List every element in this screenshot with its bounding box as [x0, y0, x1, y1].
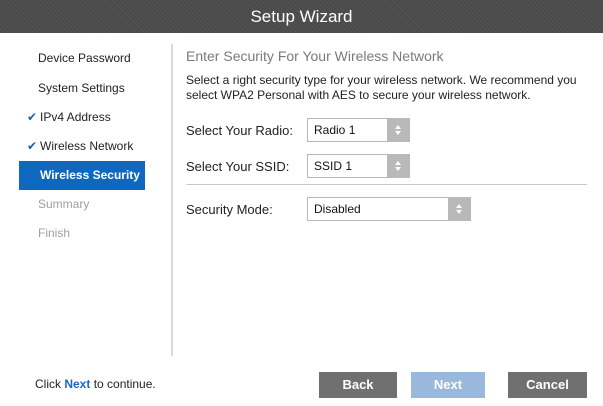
section-description: Select a right security type for your wi…	[186, 73, 577, 102]
cancel-button[interactable]: Cancel	[508, 372, 587, 398]
sidebar-item-wireless-network[interactable]: ✔ Wireless Network	[14, 132, 170, 161]
stepper-arrows-icon[interactable]	[448, 198, 470, 220]
radio-select-value: Radio 1	[314, 123, 356, 137]
sidebar-item-label: Summary	[38, 197, 90, 211]
ssid-select[interactable]: SSID 1	[307, 154, 410, 178]
radio-row: Select Your Radio:	[186, 118, 293, 142]
stepper-arrows-icon[interactable]	[387, 155, 409, 177]
footer-hint-prefix: Click	[35, 377, 65, 391]
sidebar-divider	[171, 44, 173, 356]
wizard-steps-sidebar: Device Password System Settings ✔ IPv4 A…	[14, 44, 170, 248]
sidebar-item-finish: Finish	[14, 219, 170, 248]
radio-select[interactable]: Radio 1	[307, 118, 410, 142]
wizard-title: Setup Wizard	[250, 7, 353, 26]
security-mode-select-value: Disabled	[314, 202, 361, 216]
ssid-row: Select Your SSID:	[186, 154, 289, 178]
security-mode-label: Security Mode:	[186, 201, 273, 217]
security-mode-row: Security Mode:	[186, 197, 273, 221]
sidebar-item-device-password[interactable]: Device Password	[14, 44, 170, 73]
main-content: Enter Security For Your Wireless Network…	[186, 48, 586, 103]
sidebar-item-label: Device Password	[38, 51, 131, 65]
checkmark-icon: ✔	[27, 139, 38, 153]
back-button[interactable]: Back	[319, 372, 397, 398]
footer-next-link[interactable]: Next	[64, 377, 90, 391]
sidebar-item-system-settings[interactable]: System Settings	[14, 74, 170, 103]
footer-hint-suffix: to continue.	[90, 377, 156, 391]
radio-label: Select Your Radio:	[186, 122, 293, 138]
sidebar-item-label: Wireless Security	[40, 168, 140, 182]
sidebar-item-label: IPv4 Address	[40, 110, 111, 124]
sidebar-item-ipv4-address[interactable]: ✔ IPv4 Address	[14, 103, 170, 132]
sidebar-item-label: Finish	[38, 226, 71, 240]
checkmark-icon: ✔	[27, 110, 38, 124]
sidebar-item-label: System Settings	[38, 81, 125, 95]
security-mode-select[interactable]: Disabled	[307, 197, 471, 221]
next-button[interactable]: Next	[411, 372, 485, 398]
ssid-label: Select Your SSID:	[186, 158, 290, 174]
form-separator	[186, 184, 587, 185]
stepper-arrows-icon[interactable]	[387, 119, 409, 141]
wizard-title-bar: Setup Wizard	[0, 0, 603, 33]
section-heading: Enter Security For Your Wireless Network	[186, 48, 444, 64]
ssid-select-value: SSID 1	[314, 159, 353, 173]
sidebar-item-wireless-security[interactable]: Wireless Security	[19, 161, 145, 190]
sidebar-item-label: Wireless Network	[40, 139, 134, 153]
sidebar-item-summary: Summary	[14, 190, 170, 219]
footer-hint: Click Next to continue.	[35, 377, 156, 391]
